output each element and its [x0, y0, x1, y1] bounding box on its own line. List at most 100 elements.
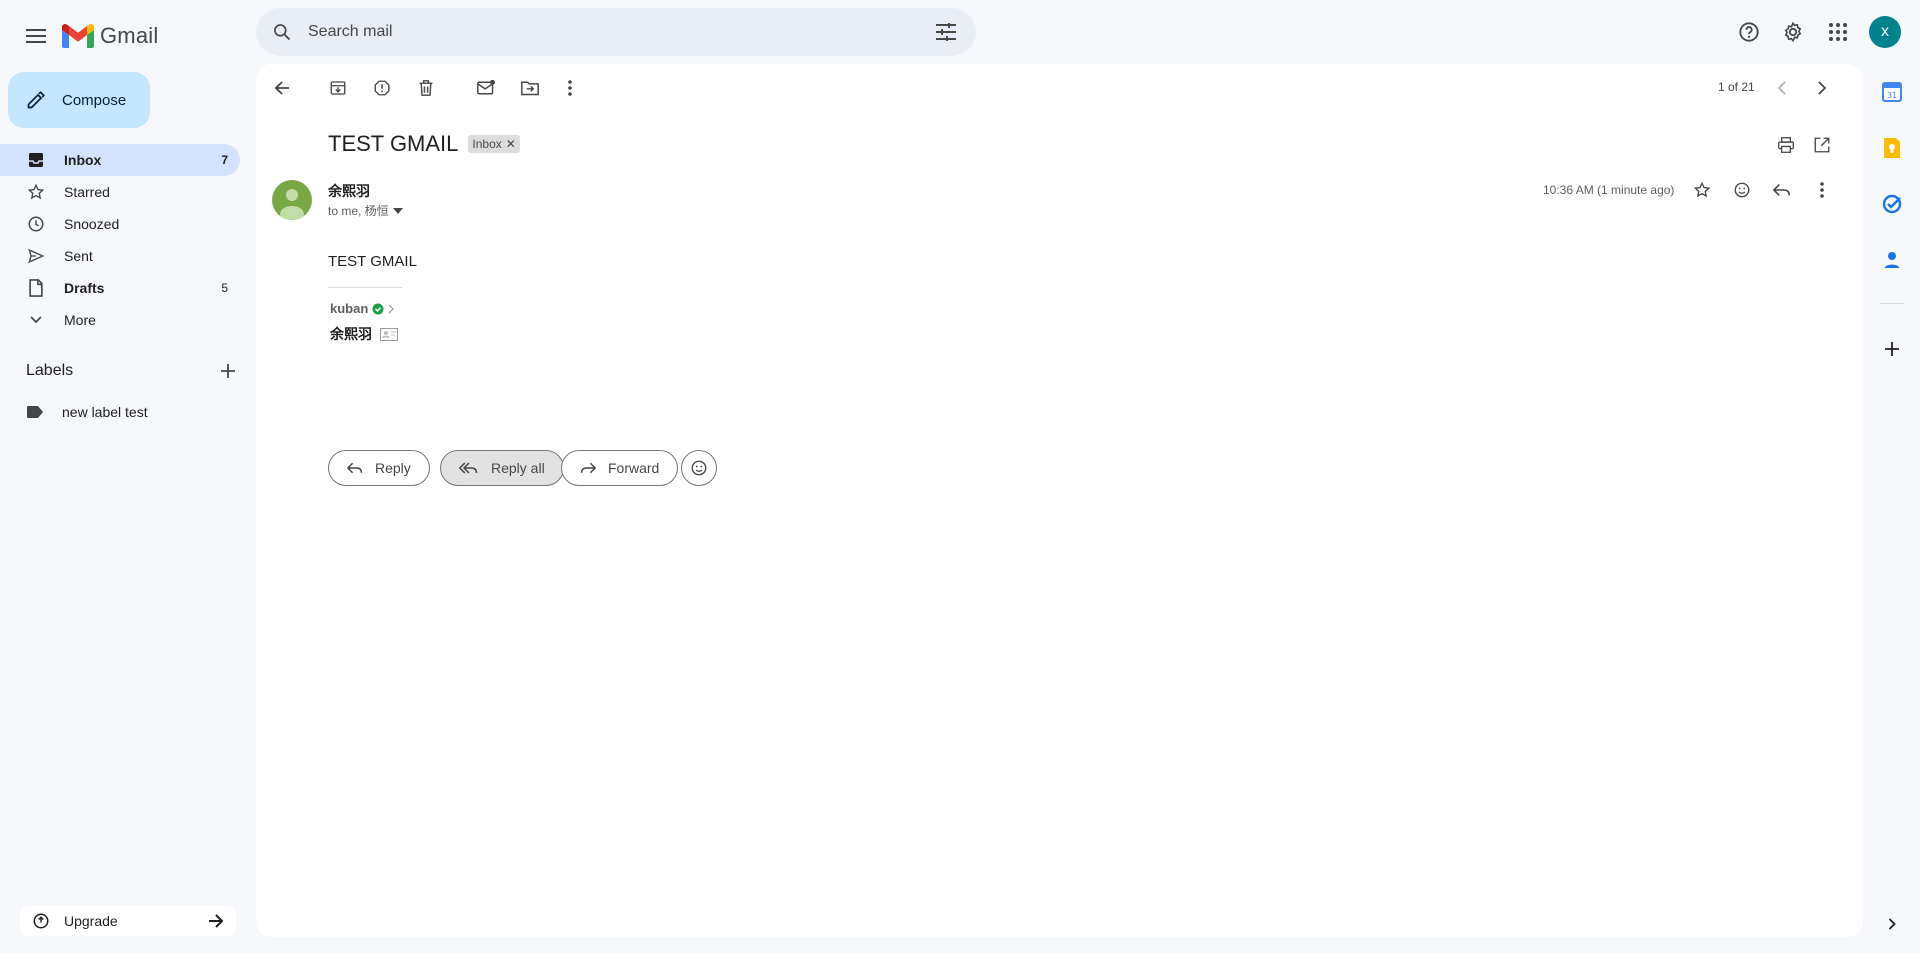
back-arrow-icon[interactable]: [266, 72, 298, 104]
sidebar-item-snoozed[interactable]: Snoozed: [0, 208, 240, 240]
signature-name-text: 余熙羽: [330, 326, 372, 342]
sidebar-item-label: Inbox: [64, 152, 102, 168]
get-addons-plus-icon[interactable]: [1876, 333, 1908, 365]
signature-divider: [328, 287, 402, 288]
sidebar-item-more[interactable]: More: [0, 304, 240, 336]
verified-check-icon: [372, 303, 384, 314]
search-icon[interactable]: [268, 18, 296, 46]
sender-name[interactable]: 余熙羽: [328, 181, 370, 201]
settings-gear-icon[interactable]: [1773, 12, 1813, 52]
nav-list: Inbox 7 Starred Snoozed Sent Drafts 5 Mo…: [0, 144, 240, 336]
expand-side-panel-chevron-icon[interactable]: [1876, 908, 1908, 940]
main-menu-button[interactable]: [16, 16, 56, 56]
star-icon: [26, 182, 46, 202]
contact-card-icon: [380, 327, 398, 341]
search-options-icon[interactable]: [928, 14, 964, 50]
chevron-right-icon: [388, 304, 395, 313]
label-name: new label test: [62, 404, 148, 420]
delete-trash-icon[interactable]: [410, 72, 442, 104]
search-bar[interactable]: Search mail: [256, 8, 976, 56]
unread-count: 7: [221, 153, 228, 167]
draft-file-icon: [26, 278, 46, 298]
search-input[interactable]: Search mail: [308, 23, 928, 41]
person-placeholder-icon: [280, 189, 304, 220]
gmail-m-icon: [62, 24, 94, 48]
draft-count: 5: [221, 281, 228, 295]
inbox-label-tag[interactable]: Inbox ✕: [468, 135, 520, 153]
sidebar-item-sent[interactable]: Sent: [0, 240, 240, 272]
chevron-down-icon: [26, 310, 46, 330]
recipients-line[interactable]: to me, 杨恒: [328, 202, 403, 219]
tasks-app-icon[interactable]: [1876, 188, 1908, 220]
label-item-new-label-test[interactable]: new label test: [26, 400, 148, 424]
subject-line: TEST GMAIL Inbox ✕: [328, 131, 520, 157]
side-panel-divider: [1880, 303, 1904, 304]
emoji-reaction-button[interactable]: [681, 450, 717, 486]
app-name: Gmail: [100, 23, 159, 48]
signature-company: kuban: [330, 301, 395, 316]
newer-chevron-left-icon[interactable]: [1766, 72, 1798, 104]
move-to-folder-icon[interactable]: [514, 72, 546, 104]
forward-button[interactable]: Forward: [561, 450, 679, 486]
email-timestamp: 10:36 AM (1 minute ago): [1543, 183, 1675, 197]
print-icon[interactable]: [1770, 129, 1802, 161]
arrow-right-icon: [208, 914, 224, 928]
sidebar-item-label: Starred: [64, 184, 110, 200]
caret-down-icon[interactable]: [392, 207, 403, 214]
send-icon: [26, 246, 46, 266]
email-body: TEST GMAIL: [328, 253, 417, 270]
reply-all-label: Reply all: [491, 460, 545, 476]
reply-arrow-icon: [347, 462, 363, 474]
reply-label: Reply: [375, 460, 411, 476]
older-chevron-right-icon[interactable]: [1806, 72, 1838, 104]
label-tag-icon: [26, 405, 44, 419]
forward-label: Forward: [608, 460, 660, 476]
pagination-text: 1 of 21: [1718, 80, 1755, 94]
archive-icon[interactable]: [322, 72, 354, 104]
upgrade-info-icon: [32, 912, 50, 930]
remove-tag-close-icon[interactable]: ✕: [506, 137, 516, 151]
reply-button[interactable]: Reply: [328, 450, 430, 486]
reply-arrow-icon[interactable]: [1766, 174, 1798, 206]
sidebar-item-label: Sent: [64, 248, 93, 264]
sender-avatar[interactable]: [272, 180, 312, 220]
sidebar-item-starred[interactable]: Starred: [0, 176, 240, 208]
compose-label: Compose: [62, 91, 127, 109]
sidebar-item-inbox[interactable]: Inbox 7: [0, 144, 240, 176]
calendar-app-icon[interactable]: 31: [1876, 76, 1908, 108]
star-icon[interactable]: [1686, 174, 1718, 206]
company-name: kuban: [330, 301, 369, 316]
sidebar-item-label: Drafts: [64, 280, 105, 296]
report-spam-icon[interactable]: [366, 72, 398, 104]
clock-icon: [26, 214, 46, 234]
more-vertical-icon[interactable]: [554, 72, 586, 104]
email-subject: TEST GMAIL: [328, 131, 459, 156]
keep-app-icon[interactable]: [1876, 132, 1908, 164]
inbox-icon: [26, 150, 46, 170]
message-more-vertical-icon[interactable]: [1806, 174, 1838, 206]
gmail-logo[interactable]: Gmail: [62, 16, 158, 56]
support-icon[interactable]: [1729, 12, 1769, 52]
mark-unread-mail-icon[interactable]: [470, 72, 502, 104]
recipients-text: to me, 杨恒: [328, 204, 389, 218]
hamburger-icon: [26, 29, 46, 43]
signature-name: 余熙羽: [330, 324, 398, 344]
contacts-app-icon[interactable]: [1876, 244, 1908, 276]
sidebar-item-label: Snoozed: [64, 216, 120, 232]
reply-all-button[interactable]: Reply all: [440, 450, 564, 486]
sidebar-item-drafts[interactable]: Drafts 5: [0, 272, 240, 304]
labels-header: Labels: [26, 362, 236, 380]
open-in-new-window-icon[interactable]: [1806, 129, 1838, 161]
pencil-icon: [27, 91, 45, 109]
reply-all-icon: [459, 462, 478, 474]
apps-grid-icon[interactable]: [1818, 12, 1858, 52]
upgrade-button[interactable]: Upgrade: [20, 906, 236, 936]
sidebar-item-label: More: [64, 312, 96, 328]
account-avatar[interactable]: x: [1869, 16, 1901, 48]
labels-title: Labels: [26, 362, 74, 379]
forward-arrow-icon: [580, 462, 596, 474]
compose-button[interactable]: Compose: [8, 72, 150, 128]
create-label-plus-icon[interactable]: [220, 363, 236, 379]
tag-label: Inbox: [472, 137, 502, 151]
add-reaction-emoji-icon[interactable]: [1726, 174, 1758, 206]
